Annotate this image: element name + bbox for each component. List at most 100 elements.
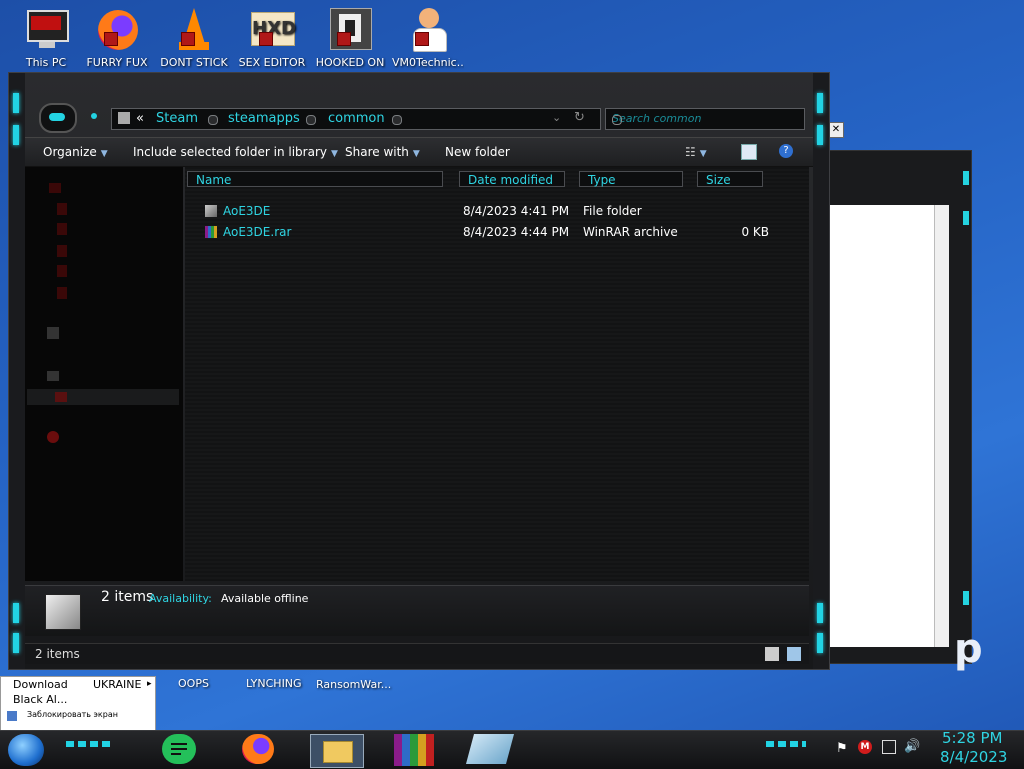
clock-date[interactable]: 8/4/2023	[940, 748, 1007, 766]
background-window[interactable]	[818, 150, 972, 664]
winrar-taskbar-icon[interactable]	[394, 734, 434, 766]
desktop-icon-label: DONT STICK	[160, 56, 228, 69]
search-icon[interactable]	[612, 115, 622, 125]
background-window-content	[829, 205, 949, 647]
shortcut-badge-icon	[415, 32, 429, 46]
nav-item-icon[interactable]	[57, 223, 67, 235]
view-options-icon[interactable]: ☷ ▼	[685, 145, 707, 159]
winrar-archive-icon	[205, 226, 217, 238]
desktop-watermark-glyph: p	[954, 626, 983, 672]
breadcrumb-common[interactable]: common	[328, 111, 385, 126]
breadcrumb-steam[interactable]: Steam	[156, 111, 198, 126]
folder-icon	[205, 205, 217, 217]
desktop-icon-dont-stick[interactable]: DONT STICK	[158, 6, 230, 69]
nav-favorites-icon[interactable]	[49, 183, 61, 193]
lock-screen-item[interactable]: Заблокировать экран	[27, 710, 118, 719]
messenger-app-icon[interactable]	[162, 734, 196, 764]
desktop-icon-sex-editor[interactable]: HXD SEX EDITOR	[236, 6, 308, 69]
desktop-label-ransomware[interactable]: RansomWar...	[316, 678, 391, 691]
nav-computer-icon[interactable]	[47, 371, 59, 381]
flag-icon[interactable]: ⚑	[836, 741, 848, 756]
address-bar[interactable]: « Steam steamapps common ⌄ ↻	[111, 108, 601, 130]
nav-item-icon[interactable]	[57, 287, 67, 299]
nav-network-icon[interactable]	[47, 431, 59, 443]
column-header-type[interactable]: Type	[579, 171, 683, 187]
preview-pane-icon[interactable]	[741, 144, 757, 160]
desktop-icon-furry-fux[interactable]: FURRY FUX	[81, 6, 153, 69]
help-icon[interactable]: ?	[779, 144, 793, 158]
black-al-label[interactable]: Black Al...	[13, 693, 67, 706]
shortcut-badge-icon	[337, 32, 351, 46]
vlc-cone-icon	[171, 6, 217, 52]
breadcrumb-separator-icon[interactable]	[392, 115, 402, 125]
search-box[interactable]: Search common	[605, 108, 805, 130]
details-item-count: 2 items	[101, 589, 154, 605]
background-window-close-button[interactable]: ✕	[828, 122, 844, 138]
breadcrumb-overflow[interactable]: «	[136, 111, 144, 126]
vertical-scrollbar[interactable]	[934, 205, 949, 647]
ukraine-label[interactable]: UKRAINE	[93, 678, 141, 691]
volume-icon[interactable]: 🔊	[904, 739, 920, 754]
column-header-date[interactable]: Date modified	[459, 171, 565, 187]
desktop-icon-vm0technic[interactable]: VM0Technic...	[392, 6, 464, 69]
window-accent	[963, 211, 969, 225]
file-name[interactable]: AoE3DE	[223, 204, 270, 218]
details-availability-value: Available offline	[221, 592, 309, 605]
firefox-taskbar-icon[interactable]	[242, 734, 274, 764]
breadcrumb-separator-icon[interactable]	[306, 115, 316, 125]
desktop-icon-this-pc[interactable]: This PC	[10, 6, 82, 69]
shortcut-badge-icon	[259, 32, 273, 46]
explorer-window[interactable]: « Steam steamapps common ⌄ ↻ Search comm…	[8, 72, 830, 670]
column-header-name[interactable]: Name	[187, 171, 443, 187]
context-popup[interactable]: Download Black Al... UKRAINE ▸ Заблокиро…	[0, 676, 156, 732]
breadcrumb-separator-icon[interactable]	[208, 115, 218, 125]
details-view-icon[interactable]	[765, 647, 779, 661]
file-row[interactable]: AoE3DE 8/4/2023 4:41 PM File folder	[205, 203, 795, 221]
nav-item-icon[interactable]	[57, 203, 67, 215]
start-button[interactable]	[8, 734, 44, 766]
desktop-icon-label: SEX EDITOR	[238, 56, 306, 69]
shortcut-badge-icon	[181, 32, 195, 46]
chevron-right-icon[interactable]: ▸	[147, 679, 152, 689]
column-header-size[interactable]: Size	[697, 171, 763, 187]
window-accent	[963, 171, 969, 185]
folder-icon	[118, 112, 130, 124]
file-date: 8/4/2023 4:41 PM	[463, 204, 570, 218]
app-taskbar-icon[interactable]	[465, 734, 515, 764]
antivirus-tray-icon[interactable]: M	[858, 740, 872, 754]
lock-screen-icon	[7, 711, 17, 721]
desktop-icon-label: This PC	[25, 56, 67, 69]
refresh-icon[interactable]: ↻	[574, 110, 585, 125]
chevron-down-icon[interactable]: ⌄	[552, 111, 561, 124]
status-item-count: 2 items	[35, 647, 80, 661]
include-in-library-button[interactable]: Include selected folder in library ▼	[133, 145, 338, 159]
nav-item-icon[interactable]	[57, 245, 67, 257]
download-label[interactable]: Download	[13, 678, 68, 691]
explorer-taskbar-button[interactable]	[310, 734, 364, 768]
file-name[interactable]: AoE3DE.rar	[223, 225, 291, 239]
network-icon[interactable]	[882, 740, 896, 754]
window-accent	[963, 591, 969, 605]
new-folder-button[interactable]: New folder	[445, 145, 510, 159]
breadcrumb-steamapps[interactable]: steamapps	[228, 111, 300, 126]
shortcut-badge-icon	[104, 32, 118, 46]
navigation-pane[interactable]	[25, 167, 183, 581]
nav-homegroup-icon[interactable]	[47, 327, 59, 339]
clock-time[interactable]: 5:28 PM	[942, 729, 1002, 747]
file-row[interactable]: AoE3DE.rar 8/4/2023 4:44 PM WinRAR archi…	[205, 224, 795, 242]
organize-button[interactable]: Organize ▼	[43, 145, 108, 159]
share-with-button[interactable]: Share with ▼	[345, 145, 420, 159]
desktop-label-oops[interactable]: OOPS	[178, 677, 209, 690]
command-bar: Organize ▼ Include selected folder in lib…	[25, 137, 813, 167]
desktop-label-lynching[interactable]: LYNCHING	[246, 677, 302, 690]
doctor-icon	[405, 6, 451, 52]
selection-thumbnail-icon	[45, 594, 81, 630]
window-left-rail	[9, 73, 25, 669]
file-list[interactable]: Name Date modified Type Size AoE3DE 8/4/…	[185, 167, 809, 581]
nav-selected-drive[interactable]	[27, 389, 179, 405]
desktop-icon-hooked-on[interactable]: HOOKED ON	[314, 6, 386, 69]
nav-item-icon[interactable]	[57, 265, 67, 277]
back-forward-button[interactable]	[39, 103, 77, 133]
large-icons-view-icon[interactable]	[787, 647, 801, 661]
desktop-icon-label: HOOKED ON	[315, 56, 385, 69]
